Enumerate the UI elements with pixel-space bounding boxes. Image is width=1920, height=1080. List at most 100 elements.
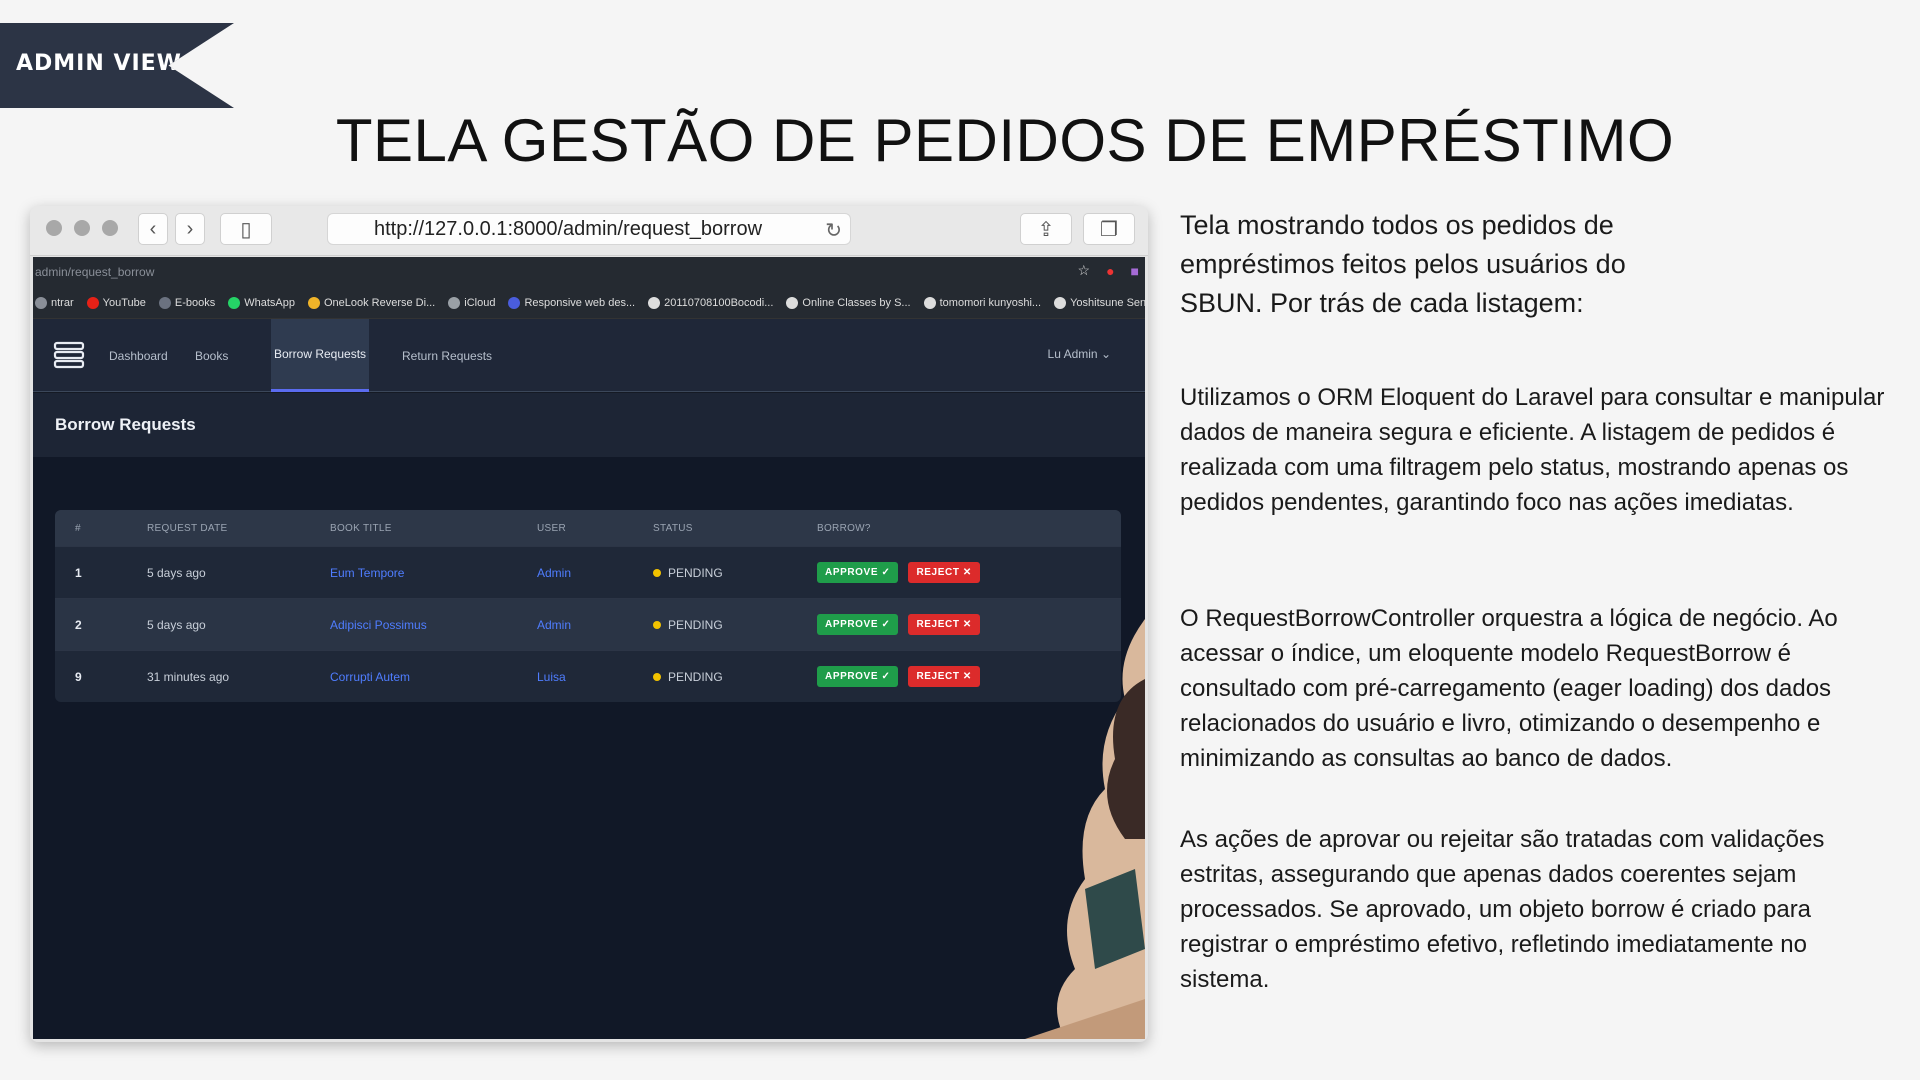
row-user-link[interactable]: Admin	[537, 618, 653, 632]
address-bar[interactable]: admin/request_borrow ☆ ● ■	[33, 257, 1145, 287]
page-icon	[35, 296, 47, 309]
forward-button[interactable]: ›	[175, 213, 205, 245]
bookmark-label: 20110708100Bocodi...	[664, 296, 774, 309]
sun-icon	[307, 296, 320, 309]
nav-return-requests[interactable]: Return Requests	[399, 319, 495, 392]
row-status: PENDING	[653, 566, 817, 580]
bookmark-label: WhatsApp	[244, 296, 295, 309]
whatsapp-icon	[228, 296, 241, 309]
row-id: 9	[75, 669, 82, 684]
minimize-dot[interactable]	[74, 220, 90, 236]
header-borrow: BORROW?	[817, 522, 871, 534]
pending-dot-icon	[653, 672, 661, 681]
apple-icon	[448, 296, 461, 309]
chevron-left-icon: ‹	[149, 217, 157, 240]
address-icons: ☆ ● ■	[1078, 262, 1140, 279]
nav-books[interactable]: Books	[192, 319, 231, 392]
chevron-down-icon: ⌄	[1100, 347, 1111, 361]
intro-text: Tela mostrando todos os pedidos de empré…	[1180, 210, 1626, 318]
star-icon[interactable]: ☆	[1078, 262, 1091, 279]
reject-button[interactable]: REJECT ✕	[908, 562, 980, 583]
approve-button[interactable]: APPROVE ✓	[817, 666, 899, 687]
w-icon	[508, 296, 521, 309]
paragraph-controller: O RequestBorrowController orquestra a ló…	[1180, 605, 1838, 772]
globe-icon	[648, 296, 661, 309]
row-date: 5 days ago	[147, 617, 206, 632]
bookmark-item[interactable]: OneLook Reverse Di...	[307, 296, 436, 309]
app-navbar: Dashboard Books Borrow Requests Return R…	[33, 319, 1145, 392]
main-content: # REQUEST DATE BOOK TITLE USER STATUS BO…	[33, 457, 1145, 1039]
nav-dashboard[interactable]: Dashboard	[106, 319, 171, 392]
row-user-link[interactable]: Admin	[537, 566, 653, 580]
bookmark-item[interactable]: E-books	[158, 296, 216, 309]
share-button[interactable]: ⇪	[1020, 213, 1072, 245]
admin-view-ribbon: ADMIN VIEW	[0, 23, 234, 108]
status-text: PENDING	[668, 617, 723, 632]
back-button[interactable]: ‹	[138, 213, 168, 245]
bookmark-label: Online Classes by S...	[802, 296, 911, 309]
browser-window: ‹ › ▯ http://127.0.0.1:8000/admin/reques…	[30, 206, 1148, 1042]
bookmark-label: E-books	[174, 296, 216, 309]
row-book-link[interactable]: Adipisci Possimus	[330, 618, 537, 632]
sidebar-toggle-button[interactable]: ▯	[220, 213, 272, 245]
url-bar[interactable]: http://127.0.0.1:8000/admin/request_borr…	[327, 213, 851, 245]
user-name: Lu Admin	[1047, 347, 1098, 361]
reject-button[interactable]: REJECT ✕	[908, 666, 980, 687]
row-id: 2	[75, 617, 82, 632]
table-row: 9 31 minutes ago Corrupti Autem Luisa PE…	[55, 650, 1121, 702]
bookmark-item[interactable]: Yoshitsune Senbon...	[1054, 296, 1145, 309]
bookmark-item[interactable]: ntrar	[35, 296, 74, 309]
bookmark-item[interactable]: YouTube	[86, 296, 146, 309]
zoom-dot[interactable]	[102, 220, 118, 236]
bookmark-label: Yoshitsune Senbon...	[1070, 296, 1145, 309]
approve-button[interactable]: APPROVE ✓	[817, 614, 899, 635]
row-actions: APPROVE ✓ REJECT ✕	[817, 562, 1121, 583]
reload-icon[interactable]: ↻	[825, 218, 842, 243]
reject-button[interactable]: REJECT ✕	[908, 614, 980, 635]
row-book-link[interactable]: Corrupti Autem	[330, 670, 537, 684]
close-dot[interactable]	[46, 220, 62, 236]
row-id: 1	[75, 565, 82, 580]
bookmark-item[interactable]: Online Classes by S...	[786, 296, 911, 309]
share-icon: ⇪	[1037, 218, 1055, 241]
row-date: 31 minutes ago	[147, 669, 230, 684]
bookmark-label: tomomori kunyoshi...	[939, 296, 1042, 309]
nav-borrow-requests[interactable]: Borrow Requests	[271, 319, 370, 392]
pending-dot-icon	[653, 620, 661, 629]
row-date: 5 days ago	[147, 565, 206, 580]
reading-character-illustration	[1025, 619, 1145, 1039]
bookmark-item[interactable]: Responsive web des...	[508, 296, 635, 309]
slide: ADMIN VIEW TELA GESTÃO DE PEDIDOS DE EMP…	[0, 0, 1920, 1080]
library-logo-icon[interactable]	[53, 341, 85, 369]
tabs-button[interactable]: ❐	[1083, 213, 1135, 245]
mac-toolbar: ‹ › ▯ http://127.0.0.1:8000/admin/reques…	[30, 206, 1148, 256]
bookmark-label: OneLook Reverse Di...	[323, 296, 436, 309]
onenote-icon[interactable]: ■	[1131, 263, 1139, 279]
bookmarks-bar: ntrar YouTube E-books WhatsApp OneLook Rever…	[33, 287, 1145, 319]
books-icon	[158, 296, 171, 309]
sidebar-icon: ▯	[240, 218, 252, 241]
bookmark-item[interactable]: iCloud	[448, 296, 495, 309]
bookmark-item[interactable]: tomomori kunyoshi...	[923, 296, 1042, 309]
description-panel: Tela mostrando todos os pedidos de empré…	[1180, 206, 1895, 993]
paragraph-eloquent: Utilizamos o ORM Eloquent do Laravel par…	[1180, 384, 1885, 516]
approve-button[interactable]: APPROVE ✓	[817, 562, 899, 583]
extension-icon[interactable]: ●	[1106, 263, 1114, 279]
chevron-right-icon: ›	[186, 217, 194, 240]
header-request-date: REQUEST DATE	[147, 522, 228, 534]
bookmark-item[interactable]: WhatsApp	[228, 296, 295, 309]
user-menu[interactable]: Lu Admin ⌄	[1048, 347, 1111, 361]
status-text: PENDING	[668, 565, 723, 580]
paragraph-actions: As ações de aprovar ou rejeitar são trat…	[1180, 826, 1825, 993]
youtube-icon	[86, 296, 99, 309]
address-text: admin/request_borrow	[35, 265, 155, 279]
header-status: STATUS	[653, 522, 693, 534]
pending-dot-icon	[653, 568, 661, 577]
bookmark-label: YouTube	[102, 296, 146, 309]
row-book-link[interactable]: Eum Tempore	[330, 566, 537, 580]
row-user-link[interactable]: Luisa	[537, 670, 653, 684]
globe-icon	[786, 296, 799, 309]
header-book-title: BOOK TITLE	[330, 522, 392, 534]
bookmark-item[interactable]: 20110708100Bocodi...	[648, 296, 774, 309]
table-row: 1 5 days ago Eum Tempore Admin PENDING A…	[55, 546, 1121, 598]
